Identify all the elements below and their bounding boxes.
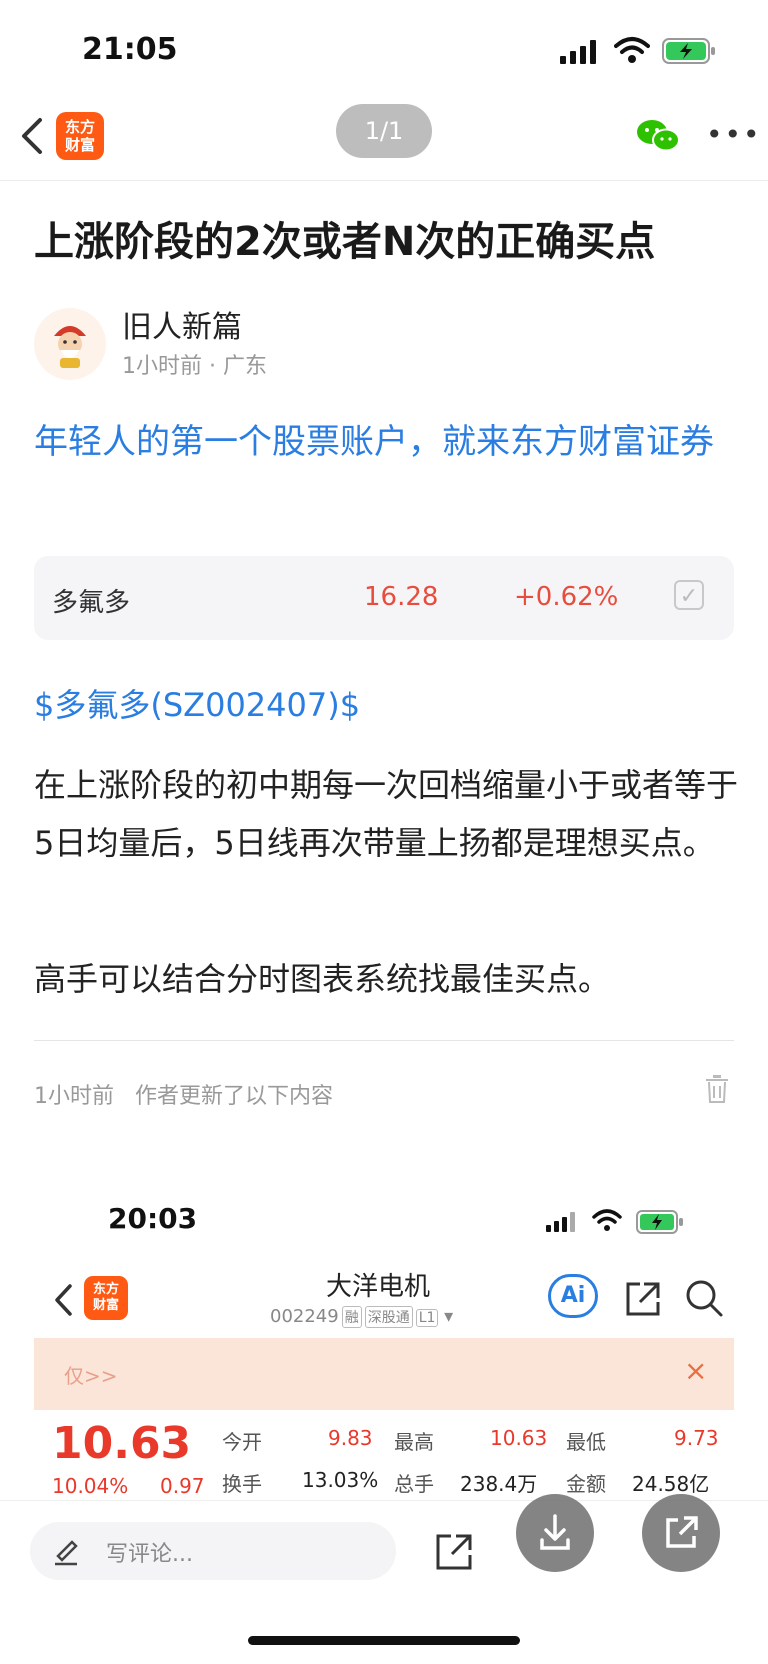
embedded-battery-icon: [636, 1210, 683, 1234]
back-icon[interactable]: [18, 116, 46, 156]
stock-card[interactable]: 多氟多 16.28 +0.62% ✓: [34, 556, 734, 640]
update-note: 1小时前 作者更新了以下内容: [34, 1078, 333, 1110]
stock-card-name: 多氟多: [52, 588, 131, 618]
embedded-stock-code: 002249: [270, 1306, 339, 1327]
article-title: 上涨阶段的2次或者N次的正确买点: [34, 219, 656, 265]
pencil-icon: [55, 1540, 78, 1566]
battery-icon: [662, 38, 715, 64]
quote-label-low: 最低: [566, 1430, 606, 1454]
article-paragraph-2: 高手可以结合分时图表系统找最佳买点。: [34, 960, 611, 998]
nav-divider: [0, 180, 768, 181]
page-indicator: 1/1: [336, 104, 432, 158]
embedded-search-icon: [686, 1280, 723, 1317]
download-icon: [540, 1514, 570, 1550]
signal-icon: [560, 40, 596, 64]
embedded-abs-change: 0.97: [160, 1474, 205, 1498]
share-icon[interactable]: [434, 1532, 474, 1572]
embedded-badge-margin: 融: [341, 1306, 362, 1328]
embedded-back-icon: [55, 1284, 72, 1316]
quote-value-volume: 238.4万: [460, 1472, 538, 1496]
promo-link[interactable]: 年轻人的第一个股票账户，就来东方财富证券: [34, 414, 740, 470]
embedded-signal-icon: [546, 1212, 575, 1232]
embedded-app-logo: 东方 财富: [84, 1276, 128, 1320]
delete-icon[interactable]: [704, 1074, 730, 1104]
quote-value-low: 9.73: [674, 1426, 719, 1450]
author-name[interactable]: 旧人新篇: [122, 302, 242, 346]
stock-card-price: 16.28: [364, 582, 439, 612]
quote-value-turnover: 13.03%: [302, 1468, 379, 1492]
wechat-share-icon[interactable]: [636, 118, 680, 154]
logo-line1: 东方: [64, 118, 95, 136]
home-indicator[interactable]: [248, 1636, 520, 1645]
embedded-logo-line2: 财富: [92, 1298, 119, 1313]
update-text: 作者更新了以下内容: [134, 1084, 333, 1109]
embedded-wifi-icon: [592, 1209, 622, 1231]
quote-label-volume: 总手: [394, 1472, 434, 1496]
article-paragraph-1: 在上涨阶段的初中期每一次回档缩量小于或者等于5日均量后，5日线再次带量上扬都是理…: [34, 766, 739, 862]
more-menu-icon[interactable]: •••: [706, 120, 760, 150]
quote-value-open: 9.83: [328, 1426, 373, 1450]
embedded-share-icon: [626, 1282, 660, 1316]
embedded-price: 10.63: [52, 1418, 192, 1469]
quote-label-amount: 金额: [566, 1472, 606, 1496]
quote-value-high: 10.63: [490, 1426, 548, 1450]
app-logo: 东方 财富: [56, 112, 104, 160]
update-divider: [34, 1040, 734, 1041]
status-time: 21:05: [82, 32, 178, 67]
download-button[interactable]: [516, 1494, 594, 1572]
stock-tag-link[interactable]: $多氟多(SZ002407)$: [34, 680, 360, 726]
embedded-logo-line1: 东方: [92, 1282, 119, 1297]
comment-placeholder: 写评论...: [106, 1542, 193, 1567]
watchlist-check-icon[interactable]: ✓: [674, 580, 704, 610]
embedded-stock-name: 大洋电机: [326, 1272, 431, 1302]
embedded-badge-level: L1: [415, 1309, 439, 1327]
embedded-banner-close-icon: ×: [684, 1354, 708, 1387]
author-avatar[interactable]: [34, 308, 106, 380]
quote-label-turnover: 换手: [222, 1472, 262, 1496]
embedded-banner-text: 仅>>: [64, 1364, 118, 1388]
update-time: 1小时前: [34, 1084, 114, 1109]
embedded-banner: 仅>> ×: [34, 1338, 734, 1410]
embedded-pct-change: 10.04%: [52, 1474, 129, 1498]
quote-value-amount: 24.58亿: [632, 1472, 710, 1496]
wifi-icon: [614, 37, 650, 63]
embedded-stock-code-row: 002249 融深股通 L1 ▾: [270, 1306, 454, 1328]
embedded-ai-icon: Ai: [548, 1274, 598, 1318]
external-link-icon: [666, 1516, 698, 1548]
comment-input[interactable]: 写评论...: [30, 1522, 396, 1580]
embedded-status-time: 20:03: [108, 1202, 198, 1235]
external-open-button[interactable]: [642, 1494, 720, 1572]
embedded-badge-connect: 深股通: [364, 1306, 413, 1328]
logo-line2: 财富: [64, 136, 95, 154]
quote-label-open: 今开: [222, 1430, 262, 1454]
stock-card-change: +0.62%: [514, 582, 619, 612]
quote-label-high: 最高: [394, 1430, 434, 1454]
post-meta: 1小时前 · 广东: [122, 354, 267, 379]
